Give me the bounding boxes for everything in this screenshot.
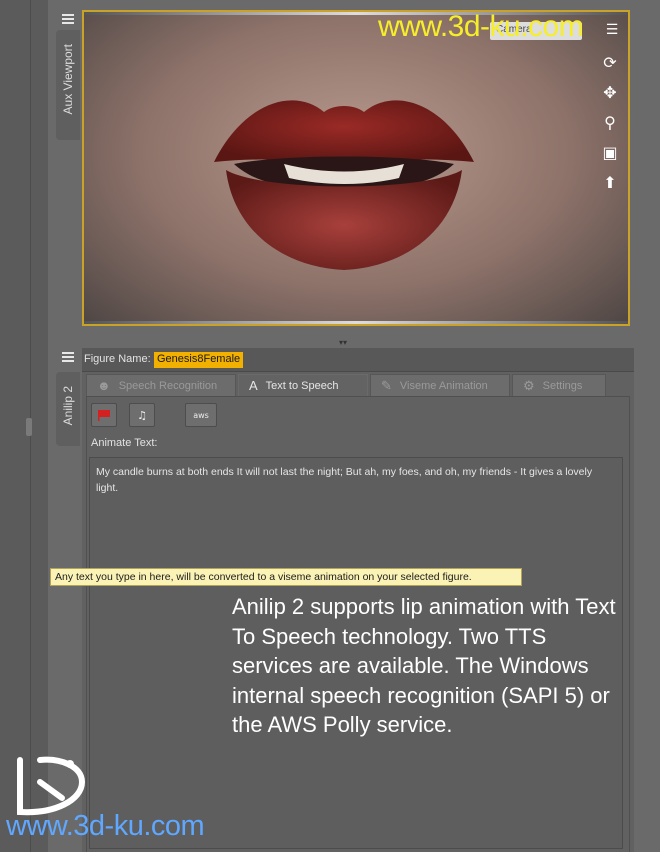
figure-name-value[interactable]: Genesis8Female (154, 352, 244, 368)
viewport-tools: ⟳ ✥ ⚲ ▣ ⬆ (596, 52, 624, 194)
letter-a-icon: A (249, 378, 258, 393)
aux-viewport-menu-icon[interactable] (60, 12, 76, 26)
person-icon: ☻ (97, 378, 111, 393)
tab-settings[interactable]: ⚙ Settings (512, 374, 606, 396)
animate-text-tooltip: Any text you type in here, will be conve… (50, 568, 522, 586)
left-dock-strip (0, 0, 48, 852)
tab-text-to-speech[interactable]: A Text to Speech (238, 374, 368, 396)
tab-viseme-animation[interactable]: ✎ Viseme Animation (370, 374, 510, 396)
tab-viseme-animation-label: Viseme Animation (399, 379, 488, 392)
figure-name-label: Figure Name: (84, 353, 151, 365)
tab-text-to-speech-label: Text to Speech (265, 379, 339, 392)
audio-file-button[interactable]: ♫ (129, 403, 155, 427)
orbit-icon[interactable]: ⟳ (599, 52, 621, 74)
figure-icon: ✎ (381, 377, 392, 393)
watermark-top: www.3d-ku.com (378, 10, 584, 43)
tab-anilip[interactable]: Anilip 2 (56, 372, 80, 446)
flag-button[interactable] (91, 403, 117, 427)
tab-speech-recognition-label: Speech Recognition (118, 379, 218, 392)
pan-icon[interactable]: ✥ (599, 82, 621, 104)
figure-name-row: Figure Name: Genesis8Female (82, 348, 634, 372)
aux-viewport-tab-label: Aux Viewport (61, 44, 75, 115)
feature-description: Anilip 2 supports lip animation with Tex… (232, 594, 616, 737)
viewport-options-icon[interactable]: ☰ (602, 22, 622, 40)
animate-text-label: Animate Text: (91, 437, 158, 449)
panel-splitter[interactable]: ▾▾ (336, 339, 350, 347)
anilip-tab-label: Anilip 2 (61, 386, 75, 426)
aux-viewport[interactable]: Camera ☰ ⟳ ✥ ⚲ ▣ ⬆ (82, 10, 630, 326)
anilip-menu-icon[interactable] (60, 350, 76, 364)
lips-render (214, 100, 474, 270)
aws-icon: aws (193, 410, 209, 420)
tab-settings-label: Settings (542, 379, 583, 392)
zoom-icon[interactable]: ⚲ (599, 112, 621, 134)
gear-icon: ⚙ (523, 377, 535, 393)
frame-icon[interactable]: ▣ (599, 142, 621, 164)
aws-button[interactable]: aws (185, 403, 217, 427)
watermark-bottom: www.3d-ku.com (6, 810, 205, 842)
tab-speech-recognition[interactable]: ☻ Speech Recognition (86, 374, 236, 396)
viewport-bottom-edge (84, 321, 628, 324)
flag-icon (98, 410, 110, 421)
tab-aux-viewport[interactable]: Aux Viewport (56, 30, 80, 140)
music-file-icon: ♫ (137, 408, 147, 422)
collapse-handle[interactable] (26, 418, 32, 436)
reset-view-icon[interactable]: ⬆ (599, 172, 621, 194)
